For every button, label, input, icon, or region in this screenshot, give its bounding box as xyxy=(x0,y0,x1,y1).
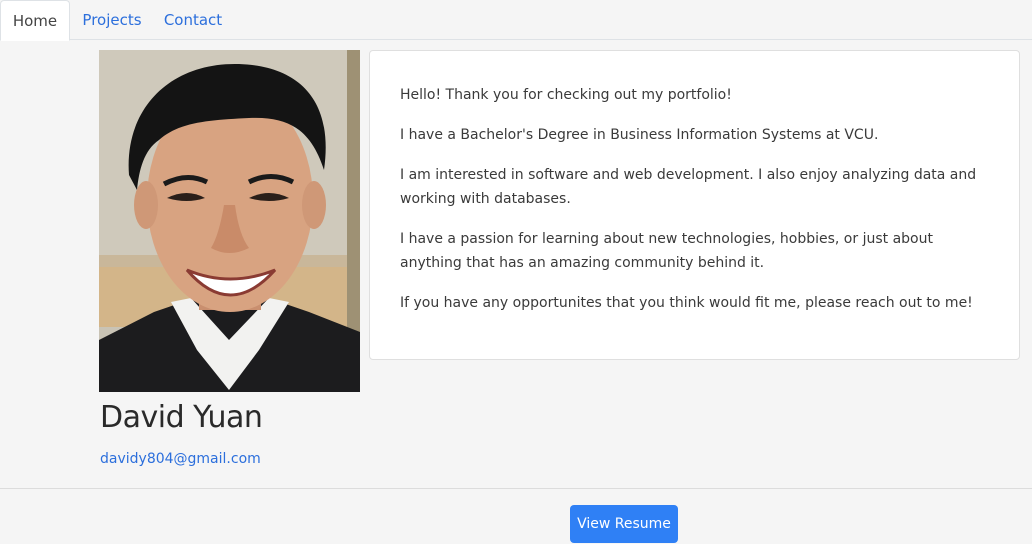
profile-name: David Yuan xyxy=(100,400,263,435)
view-resume-button[interactable]: View Resume xyxy=(570,505,678,543)
about-paragraph: Hello! Thank you for checking out my por… xyxy=(400,87,732,103)
about-paragraph: If you have any opportunites that you th… xyxy=(400,295,973,311)
tab-home[interactable]: Home xyxy=(0,0,70,41)
tab-contact[interactable]: Contact xyxy=(162,0,224,41)
email-link[interactable]: davidy804@gmail.com xyxy=(100,451,261,467)
about-paragraph: I have a Bachelor's Degree in Business I… xyxy=(400,127,879,143)
nav-tabs: Home Projects Contact xyxy=(0,0,1032,41)
profile-photo xyxy=(99,50,360,392)
portrait-photo-icon xyxy=(99,50,360,392)
tab-projects[interactable]: Projects xyxy=(80,0,144,41)
about-paragraph: I have a passion for learning about new … xyxy=(400,231,933,271)
about-card: Hello! Thank you for checking out my por… xyxy=(369,50,1020,360)
section-divider xyxy=(0,488,1032,489)
about-paragraph: I am interested in software and web deve… xyxy=(400,167,977,207)
